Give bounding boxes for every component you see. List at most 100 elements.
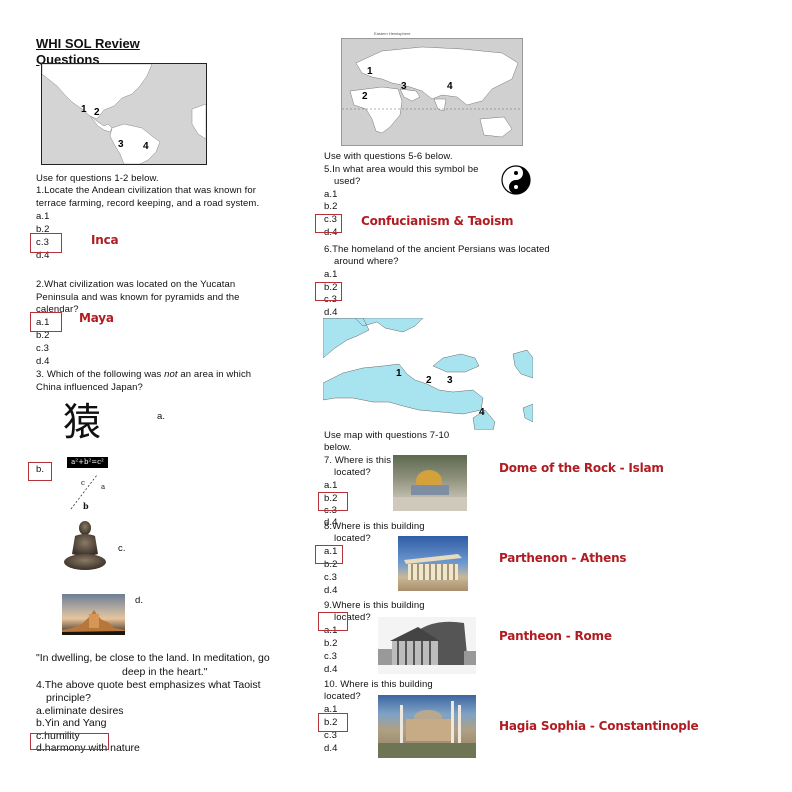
intro-q5-6: Use with questions 5-6 below. [324, 151, 453, 162]
q1-answer: Inca [91, 233, 119, 247]
q1-option-a[interactable]: a.1 [36, 211, 50, 223]
q7-text-line: located? [334, 467, 371, 478]
q5-selected-box [315, 214, 342, 233]
mediterranean-map-label: 1 [396, 368, 402, 379]
dome-illustration [393, 470, 467, 511]
q8-option-c[interactable]: c.3 [324, 572, 337, 584]
q8-answer: Parthenon - Athens [499, 551, 627, 565]
q7-answer: Dome of the Rock - Islam [499, 461, 664, 475]
kanji-image: 猿 [63, 400, 102, 444]
q8-text-line: 8.Where is this building [324, 521, 425, 532]
q3-text-emphasis: not [164, 369, 178, 380]
q1-text-line: terrace farming, record keeping, and a r… [36, 198, 260, 209]
q6-selected-box [315, 282, 342, 301]
pantheon-illustration [378, 621, 476, 665]
pythagorean-image: a²+b²=c² c a b [67, 457, 113, 517]
q4-option-b[interactable]: b.Yin and Yang [36, 717, 106, 730]
q7-option-a[interactable]: a.1 [324, 480, 338, 492]
formula-label: a²+b²=c² [67, 457, 108, 468]
buddha-statue-image [64, 521, 106, 570]
dome-of-the-rock-image [393, 455, 467, 511]
q10-option-d[interactable]: d.4 [324, 743, 338, 755]
triangle-label-b: b [83, 501, 89, 511]
q2-option-c[interactable]: c.3 [36, 343, 49, 355]
eastern-map-caption: Eastern Hemisphere [374, 31, 411, 36]
eastern-map-label: 2 [362, 91, 368, 102]
intro-q7-10-line: Use map with questions 7-10 [324, 430, 450, 441]
triangle-label-c: c [81, 479, 85, 487]
triangle-label-a: a [101, 483, 106, 491]
q3-option-d[interactable]: d. [135, 595, 143, 607]
q4-text-line: 4.The above quote best emphasizes what T… [36, 679, 261, 691]
q9-text-line: 9.Where is this building [324, 600, 425, 611]
eastern-map-label: 3 [401, 81, 407, 92]
pantheon-image [378, 617, 476, 674]
q9-answer: Pantheon - Rome [499, 629, 612, 643]
q8-text-line: located? [334, 533, 371, 544]
americas-map-label: 1 [81, 104, 87, 115]
q3-option-b[interactable]: b. [36, 464, 44, 476]
q3-option-a[interactable]: a. [157, 411, 165, 423]
q8-selected-box [315, 545, 343, 564]
q5-text-line: used? [334, 176, 361, 187]
eastern-hemisphere-map: 1 2 3 4 [341, 38, 523, 146]
q9-option-c[interactable]: c.3 [324, 651, 337, 663]
q3-option-c[interactable]: c. [118, 543, 126, 555]
taoist-quote-line: deep in the heart." [122, 666, 208, 678]
eastern-landmass [342, 46, 522, 138]
q2-option-d[interactable]: d.4 [36, 356, 50, 368]
eastern-map-label: 4 [447, 81, 453, 92]
intro-q7-10-line: below. [324, 442, 352, 453]
japanese-castle-image [62, 594, 125, 635]
parthenon-image [398, 536, 468, 591]
americas-map-label: 3 [118, 139, 124, 150]
eastern-map-label: 1 [367, 66, 373, 77]
q6-text-line: around where? [334, 256, 399, 267]
q6-text-line: 6.The homeland of the ancient Persians w… [324, 244, 550, 255]
q5-text-line: 5.In what area would this symbol be [324, 164, 479, 175]
q10-selected-box [318, 713, 348, 732]
triangle-diagram [70, 474, 98, 510]
americas-map-label: 4 [143, 141, 149, 152]
q7-text-line: 7. Where is this [324, 455, 392, 466]
q2-text-line: Peninsula and was known for pyramids and… [36, 292, 240, 303]
q9-option-b[interactable]: b.2 [324, 638, 338, 650]
q3-text-line: China influenced Japan? [36, 382, 143, 393]
q10-answer: Hagia Sophia - Constantinople [499, 719, 699, 733]
q9-option-d[interactable]: d.4 [324, 664, 338, 676]
q5-option-b[interactable]: b.2 [324, 201, 338, 213]
mediterranean-seas [323, 318, 533, 430]
taoist-quote-line: "In dwelling, be close to the land. In m… [36, 652, 270, 664]
parthenon-illustration [404, 554, 462, 580]
hagia-sophia-illustration [378, 701, 476, 758]
q3-text-post: an area in which [177, 369, 252, 380]
q5-answer: Confucianism & Taoism [361, 214, 514, 228]
q3-text-pre: 3. Which of the following was [36, 369, 165, 380]
q2-selected-box [30, 312, 62, 332]
q9-selected-box [318, 612, 348, 631]
q4-text-line: principle? [46, 692, 91, 704]
castle-silhouette [62, 610, 125, 635]
hagia-sophia-image [378, 695, 476, 758]
mediterranean-map: 1 2 3 4 [323, 318, 533, 430]
q2-text-line: 2.What civilization was located on the Y… [36, 279, 236, 290]
americas-map: 1 2 3 4 [41, 63, 207, 165]
q3-text-line: 3. Which of the following was not an are… [36, 369, 251, 381]
q1-text-line: 1.Locate the Andean civilization that wa… [36, 185, 257, 196]
intro-q1-2: Use for questions 1-2 below. [36, 173, 159, 184]
mediterranean-map-label: 3 [447, 375, 453, 386]
q10-text-line: 10. Where is this building [324, 679, 433, 690]
q8-option-d[interactable]: d.4 [324, 585, 338, 597]
q2-answer: Maya [79, 311, 114, 325]
q6-option-a[interactable]: a.1 [324, 269, 338, 281]
yin-yang-icon [501, 165, 531, 195]
americas-map-label: 2 [94, 107, 100, 118]
americas-landmass [42, 64, 206, 164]
q1-selected-box [30, 233, 62, 253]
mediterranean-map-label: 2 [426, 375, 432, 386]
title-line-1: WHI SOL Review [36, 36, 140, 51]
q4-selected-box [30, 733, 109, 750]
q10-text-line: located? [324, 691, 361, 702]
q5-option-a[interactable]: a.1 [324, 189, 338, 201]
q7-selected-box [318, 492, 348, 511]
